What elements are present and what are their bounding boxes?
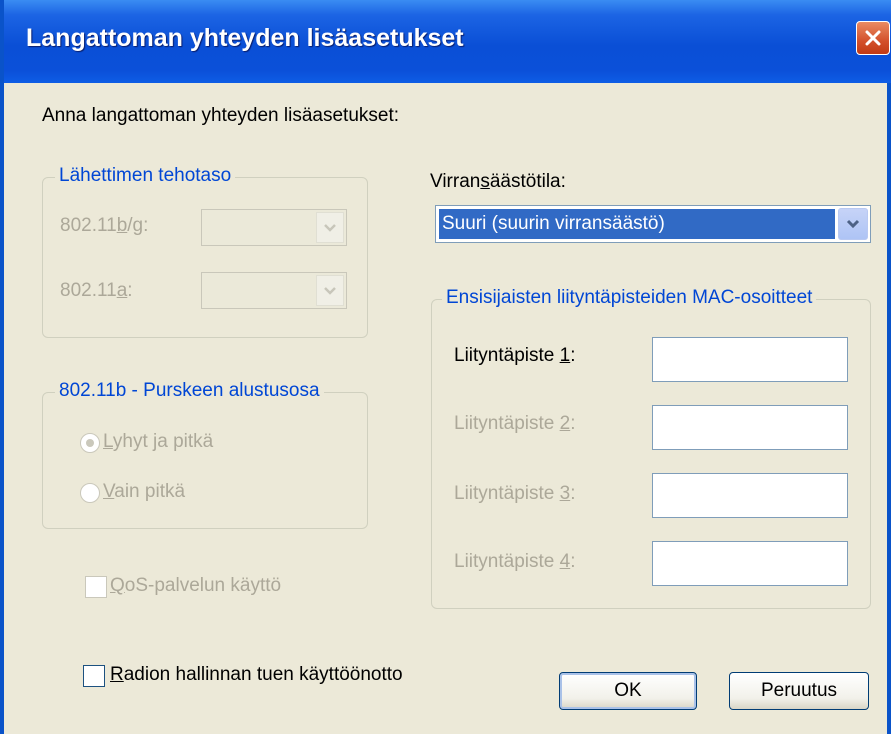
radio-short-and-long[interactable] bbox=[80, 433, 100, 453]
qos-label: QoS-palvelun käyttö bbox=[110, 575, 282, 596]
access-point-4-input[interactable] bbox=[652, 541, 848, 586]
qos-checkbox[interactable] bbox=[85, 576, 107, 598]
ok-button[interactable]: OK bbox=[559, 672, 697, 710]
label-short-and-long: Lyhyt ja pitkä bbox=[103, 431, 214, 452]
mac-addresses-legend: Ensisijaisten liityntäpisteiden MAC-osoi… bbox=[442, 287, 817, 309]
power-80211a-select[interactable] bbox=[201, 272, 347, 309]
dropdown-arrow[interactable] bbox=[316, 275, 344, 306]
radio-selected-dot bbox=[86, 439, 94, 447]
access-point-1-input[interactable] bbox=[652, 337, 848, 382]
power-80211bg-select[interactable] bbox=[201, 209, 347, 246]
access-point-4-label: Liityntäpiste 4: bbox=[454, 551, 576, 572]
title-bar[interactable]: Langattoman yhteyden lisäasetukset bbox=[4, 0, 891, 83]
power-save-value: Suuri (suurin virransäästö) bbox=[439, 209, 835, 239]
chevron-down-icon bbox=[324, 224, 336, 232]
radio-management-label: Radion hallinnan tuen käyttöönotto bbox=[110, 664, 403, 685]
chevron-down-icon bbox=[846, 219, 860, 229]
preamble-group: 802.11b - Purskeen alustusosa bbox=[42, 380, 368, 529]
radio-long-only[interactable] bbox=[80, 483, 100, 503]
cancel-button[interactable]: Peruutus bbox=[729, 672, 869, 710]
power-save-select[interactable]: Suuri (suurin virransäästö) bbox=[435, 205, 871, 243]
close-icon bbox=[865, 30, 881, 46]
access-point-2-input[interactable] bbox=[652, 405, 848, 450]
power-save-label: Virransäästötila: bbox=[430, 171, 566, 192]
dropdown-arrow[interactable] bbox=[316, 212, 344, 243]
radio-management-checkbox[interactable] bbox=[83, 665, 105, 687]
window-title: Langattoman yhteyden lisäasetukset bbox=[26, 24, 464, 52]
label-long-only: Vain pitkä bbox=[103, 481, 186, 502]
access-point-1-label: Liityntäpiste 1: bbox=[454, 345, 576, 366]
transmit-power-group: Lähettimen tehotaso bbox=[42, 165, 368, 338]
chevron-down-icon bbox=[324, 287, 336, 295]
dialog-client-area: Anna langattoman yhteyden lisäasetukset:… bbox=[4, 83, 887, 734]
preamble-legend: 802.11b - Purskeen alustusosa bbox=[55, 380, 324, 402]
access-point-3-label: Liityntäpiste 3: bbox=[454, 483, 576, 504]
label-80211bg: 802.11b/g: bbox=[60, 215, 149, 236]
intro-text: Anna langattoman yhteyden lisäasetukset: bbox=[42, 105, 400, 126]
close-button[interactable] bbox=[856, 21, 890, 55]
label-80211a: 802.11a: bbox=[60, 280, 133, 301]
dropdown-arrow[interactable] bbox=[838, 208, 868, 240]
transmit-power-legend: Lähettimen tehotaso bbox=[55, 165, 236, 187]
access-point-2-label: Liityntäpiste 2: bbox=[454, 413, 576, 434]
access-point-3-input[interactable] bbox=[652, 473, 848, 518]
